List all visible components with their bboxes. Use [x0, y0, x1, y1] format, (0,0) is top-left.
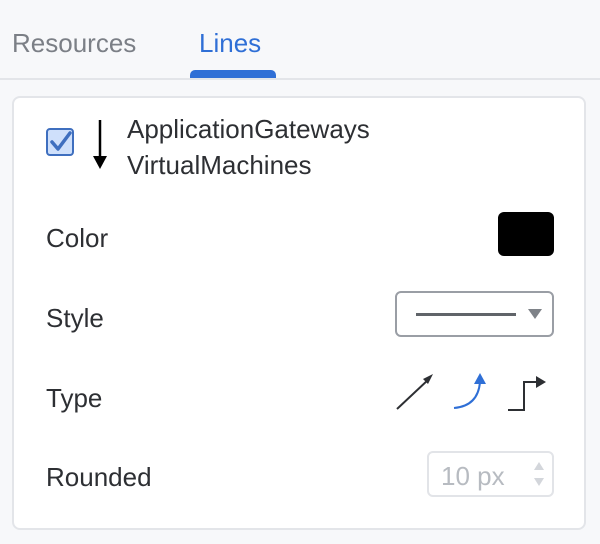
tab-resources[interactable]: Resources: [12, 28, 136, 59]
checkmark-icon: [50, 131, 72, 151]
straight-arrow-icon[interactable]: [393, 370, 437, 414]
connection-checkbox[interactable]: [46, 128, 74, 156]
active-tab-indicator: [190, 70, 276, 78]
line-style-select[interactable]: [395, 291, 554, 337]
tab-lines[interactable]: Lines: [199, 28, 261, 59]
tab-bar: Resources Lines: [0, 0, 600, 80]
color-swatch[interactable]: [498, 212, 554, 256]
spin-down-icon[interactable]: [533, 477, 545, 487]
arrow-down-icon: [93, 120, 107, 169]
type-label: Type: [46, 383, 103, 413]
curved-arrow-icon[interactable]: [450, 370, 494, 414]
spin-up-icon[interactable]: [533, 461, 545, 471]
connection-source: ApplicationGateways: [127, 114, 370, 144]
solid-line-preview: [416, 313, 516, 316]
color-label: Color: [46, 223, 109, 253]
rounded-value: 10 px: [441, 461, 505, 491]
caret-down-icon: [528, 309, 542, 319]
connection-target: VirtualMachines: [127, 150, 312, 180]
rounded-radius-input[interactable]: 10 px: [427, 451, 554, 497]
style-label: Style: [46, 303, 104, 333]
rounded-label: Rounded: [46, 462, 152, 492]
orthogonal-arrow-icon[interactable]: [506, 370, 550, 414]
